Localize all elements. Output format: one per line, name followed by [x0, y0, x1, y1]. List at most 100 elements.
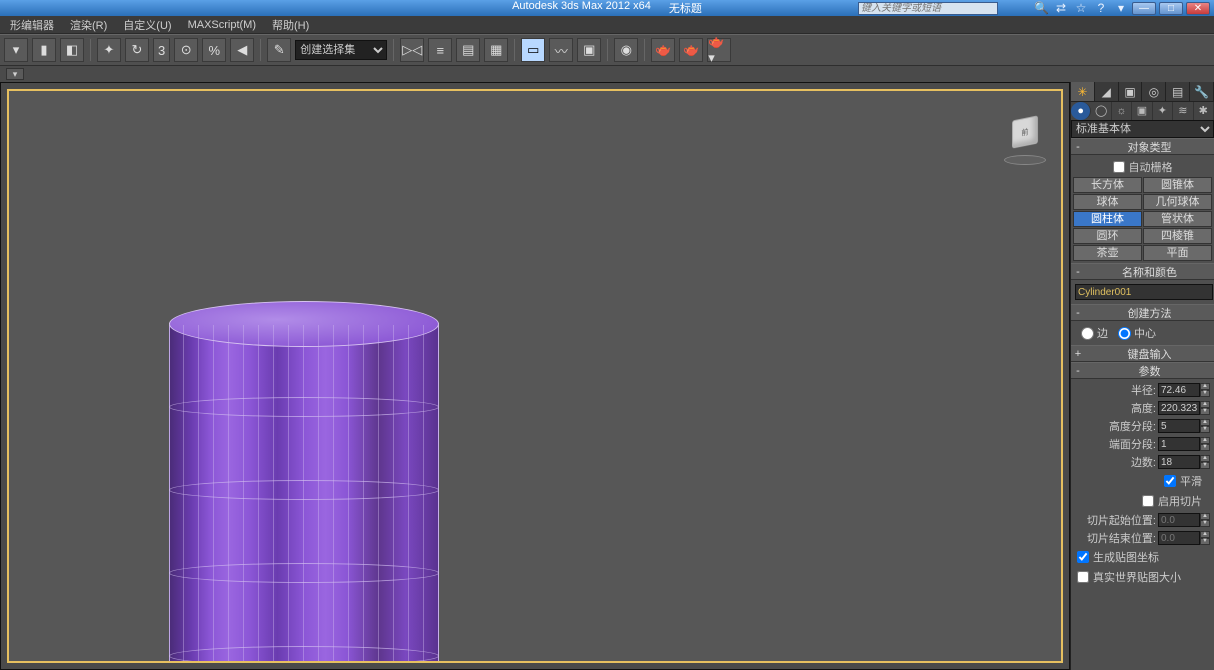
curve-editor-button[interactable]: 〰 [549, 38, 573, 62]
obj-teapot-button[interactable]: 茶壶 [1073, 245, 1142, 261]
rollout-keyboard-entry-header[interactable]: + 键盘输入 [1071, 346, 1214, 362]
obj-torus-button[interactable]: 圆环 [1073, 228, 1142, 244]
rollout-keyboard-entry: + 键盘输入 [1071, 345, 1214, 362]
viewcube-compass[interactable] [1004, 155, 1046, 165]
rollout-parameters-header[interactable]: - 参数 [1071, 363, 1214, 379]
spinner-down-icon[interactable]: ▼ [1200, 390, 1210, 397]
subtab-cameras[interactable]: ▣ [1132, 102, 1152, 120]
subtab-systems[interactable]: ✱ [1194, 102, 1214, 120]
spinner-down-icon[interactable]: ▼ [1200, 408, 1210, 415]
search-box[interactable] [858, 2, 998, 15]
tab-modify[interactable]: ◢ [1095, 82, 1119, 101]
tab-utilities[interactable]: 🔧 [1190, 82, 1214, 101]
help-icon[interactable]: ? [1094, 1, 1108, 15]
minimize-button[interactable]: — [1132, 2, 1156, 15]
smooth-checkbox[interactable] [1164, 475, 1176, 487]
bind-spacewarp-button[interactable]: ◧ [60, 38, 84, 62]
snap-toggle-button[interactable]: ✦ [97, 38, 121, 62]
unlink-button[interactable]: ▮ [32, 38, 56, 62]
slice-on-checkbox[interactable] [1142, 495, 1154, 507]
search-input[interactable] [858, 2, 998, 15]
obj-cone-button[interactable]: 圆锥体 [1143, 177, 1212, 193]
obj-cylinder-button[interactable]: 圆柱体 [1073, 211, 1142, 227]
dropdown-icon[interactable]: ▾ [1114, 1, 1128, 15]
communication-center-icon[interactable]: ⇄ [1054, 1, 1068, 15]
spinner-snap-button[interactable]: ⊙ [174, 38, 198, 62]
layers-button[interactable]: ▤ [456, 38, 480, 62]
autogrid-checkbox[interactable] [1113, 161, 1125, 173]
gen-uv-checkbox[interactable] [1077, 551, 1089, 563]
favorite-icon[interactable]: ☆ [1074, 1, 1088, 15]
tab-create[interactable]: ✳ [1071, 82, 1095, 101]
tab-hierarchy[interactable]: ▣ [1119, 82, 1143, 101]
viewcube[interactable]: 前 [1003, 117, 1047, 161]
graphite-ribbon-button[interactable]: ▭ [521, 38, 545, 62]
subtab-geometry[interactable]: ● [1071, 102, 1091, 120]
angle-snap-button[interactable]: ↻ [125, 38, 149, 62]
rollout-object-type-header[interactable]: - 对象类型 [1071, 139, 1214, 155]
spinner-down-icon[interactable]: ▼ [1200, 444, 1210, 451]
capseg-input[interactable] [1158, 437, 1200, 451]
subtab-lights[interactable]: ☼ [1112, 102, 1132, 120]
menu-render[interactable]: 渲染(R) [64, 17, 113, 33]
obj-sphere-button[interactable]: 球体 [1073, 194, 1142, 210]
radio-center[interactable]: 中心 [1118, 325, 1156, 341]
hseg-input[interactable] [1158, 419, 1200, 433]
perspective-viewport[interactable]: 前 [7, 89, 1063, 663]
maximize-button[interactable]: □ [1159, 2, 1183, 15]
spinner-down-icon[interactable]: ▼ [1200, 462, 1210, 469]
quick-access-bar: ▾ [0, 66, 1214, 82]
tab-display[interactable]: ▤ [1166, 82, 1190, 101]
obj-plane-button[interactable]: 平面 [1143, 245, 1212, 261]
subtab-spacewarps[interactable]: ≋ [1173, 102, 1193, 120]
spinner-snap2-button[interactable]: % [202, 38, 226, 62]
menu-help[interactable]: 帮助(H) [266, 17, 315, 33]
named-selection-set-dropdown[interactable]: 创建选择集 [295, 40, 387, 60]
align-button[interactable]: ≡ [428, 38, 452, 62]
object-name-input[interactable] [1075, 284, 1213, 300]
subtab-shapes[interactable]: ◯ [1091, 102, 1111, 120]
rollout-creation-method-header[interactable]: - 创建方法 [1071, 305, 1214, 321]
edit-named-selection-button[interactable]: ✎ [267, 38, 291, 62]
spinner-up-icon[interactable]: ▲ [1200, 401, 1210, 408]
geometry-category-dropdown[interactable]: 标准基本体 [1071, 120, 1214, 138]
material-editor-button[interactable]: ◉ [614, 38, 638, 62]
select-link-button[interactable]: ▾ [4, 38, 28, 62]
radius-input[interactable] [1158, 383, 1200, 397]
rollout-name-color-header[interactable]: - 名称和颜色 [1071, 264, 1214, 280]
rendered-frame-button[interactable]: 🫖 [679, 38, 703, 62]
layer-manager-button[interactable]: ▦ [484, 38, 508, 62]
spinner-up-icon[interactable]: ▲ [1200, 455, 1210, 462]
subtab-helpers[interactable]: ✦ [1153, 102, 1173, 120]
spinner-down-icon[interactable]: ▼ [1200, 426, 1210, 433]
smooth-label: 平滑 [1180, 473, 1202, 489]
search-icon[interactable]: 🔍 [1034, 1, 1048, 15]
radio-edge[interactable]: 边 [1081, 325, 1108, 341]
menu-maxscript[interactable]: MAXScript(M) [182, 19, 262, 31]
obj-box-button[interactable]: 长方体 [1073, 177, 1142, 193]
named-selection-prev-button[interactable]: ◀ [230, 38, 254, 62]
obj-tube-button[interactable]: 管状体 [1143, 211, 1212, 227]
menu-customize[interactable]: 自定义(U) [117, 17, 177, 33]
spinner-up-icon[interactable]: ▲ [1200, 419, 1210, 426]
viewport-area: 前 [0, 82, 1070, 670]
cylinder-cap-top [169, 301, 439, 347]
schematic-view-button[interactable]: ▣ [577, 38, 601, 62]
mirror-button[interactable]: ▷◁ [400, 38, 424, 62]
render-setup-button[interactable]: 🫖 [651, 38, 675, 62]
spinner-up-icon[interactable]: ▲ [1200, 437, 1210, 444]
tab-motion[interactable]: ◎ [1142, 82, 1166, 101]
menu-graph-editor[interactable]: 形编辑器 [4, 17, 60, 33]
viewcube-face[interactable]: 前 [1012, 115, 1038, 148]
obj-pyramid-button[interactable]: 四棱锥 [1143, 228, 1212, 244]
render-button[interactable]: 🫖▾ [707, 38, 731, 62]
spinner-up-icon[interactable]: ▲ [1200, 383, 1210, 390]
percent-snap-button[interactable]: 3 [153, 38, 170, 62]
close-button[interactable]: ✕ [1186, 2, 1210, 15]
sides-input[interactable] [1158, 455, 1200, 469]
quick-item[interactable]: ▾ [6, 68, 24, 80]
real-world-checkbox[interactable] [1077, 571, 1089, 583]
obj-geosphere-button[interactable]: 几何球体 [1143, 194, 1212, 210]
height-input[interactable] [1158, 401, 1200, 415]
cylinder-object[interactable] [169, 301, 439, 663]
